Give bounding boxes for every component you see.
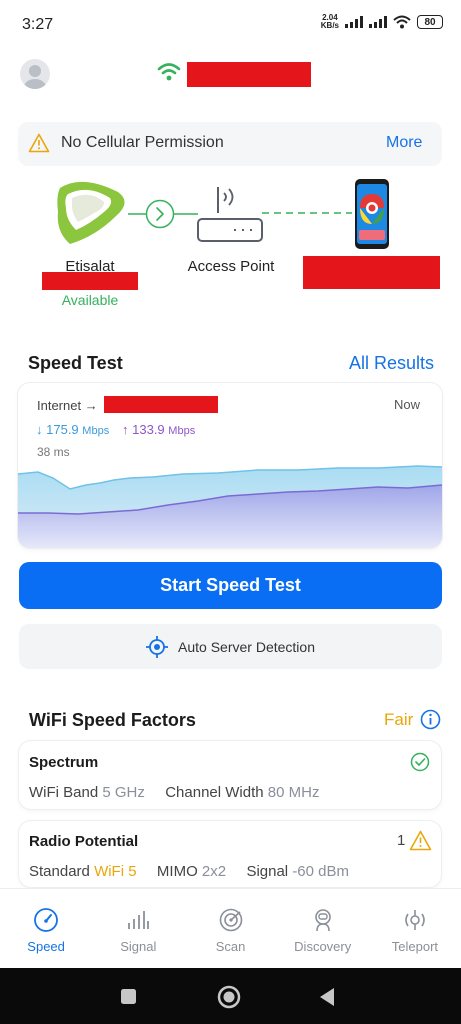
discovery-icon <box>314 909 331 932</box>
nav-item-teleport[interactable]: Teleport <box>369 889 461 968</box>
nav-label-speed: Speed <box>27 939 65 954</box>
wifi-status-icon <box>393 15 411 29</box>
factors-title: WiFi Speed Factors <box>29 710 196 730</box>
nav-item-scan[interactable]: Scan <box>184 889 276 968</box>
spectrum-card[interactable]: Spectrum WiFi Band 5 GHz Channel Width 8… <box>19 741 441 809</box>
auto-server-button[interactable]: Auto Server Detection <box>19 624 442 669</box>
speed-graph <box>18 465 442 548</box>
back-icon[interactable] <box>318 987 336 1007</box>
latency: 38 ms <box>37 445 70 459</box>
upload-value: 133.9 <box>132 422 165 437</box>
upload-unit: Mbps <box>168 425 196 437</box>
radar-icon <box>219 908 242 932</box>
net-speed-unit: KB/s <box>320 21 339 30</box>
standard-label: Standard <box>29 863 90 880</box>
channel-width-value: 80 MHz <box>267 784 320 801</box>
upload-speed: ↑ 133.9 Mbps <box>122 422 195 437</box>
permission-text: No Cellular Permission <box>61 134 224 151</box>
redacted-provider-detail <box>42 272 138 290</box>
warning-icon <box>409 830 432 851</box>
signal-label: Signal <box>246 863 289 880</box>
cell-signal-1-icon <box>345 16 363 28</box>
download-speed: ↓ 175.9 Mbps <box>36 422 109 437</box>
more-link[interactable]: More <box>386 134 422 152</box>
mimo-label: MIMO <box>156 863 198 880</box>
crosshair-icon <box>146 635 169 658</box>
result-time: Now <box>394 397 421 412</box>
download-arrow: ↓ <box>36 422 43 437</box>
mimo-value: 2x2 <box>201 863 227 880</box>
redacted-network-name <box>187 62 311 87</box>
access-point-label: Access Point <box>187 258 275 275</box>
signal-value: -60 dBm <box>292 863 350 880</box>
nav-label-discovery: Discovery <box>294 939 352 954</box>
teleport-icon <box>405 910 425 930</box>
status-time: 3:27 <box>22 16 54 33</box>
channel-width-label: Channel Width <box>165 784 264 801</box>
wifi-connected-icon <box>157 63 181 81</box>
start-speed-test-button[interactable]: Start Speed Test <box>19 562 442 609</box>
cell-signal-2-icon <box>369 16 387 28</box>
chevron-right-icon <box>145 199 175 229</box>
battery-icon: 80 <box>417 15 443 29</box>
nav-label-scan: Scan <box>215 939 246 954</box>
avatar[interactable] <box>20 59 50 89</box>
auto-server-label: Auto Server Detection <box>178 638 315 655</box>
speedometer-icon <box>34 908 58 932</box>
nav-item-speed[interactable]: Speed <box>0 889 92 968</box>
radio-details: Standard WiFi 5 MIMO 2x2 Signal -60 dBm <box>29 863 349 880</box>
system-nav-bar <box>0 968 461 1024</box>
speed-test-title: Speed Test <box>28 353 123 373</box>
all-results-link[interactable]: All Results <box>349 353 434 374</box>
provider-status: Available <box>61 292 119 308</box>
link-line-right <box>262 212 352 214</box>
warning-icon <box>28 133 50 153</box>
speed-result-card[interactable]: Internet → Now ↓ 175.9 Mbps ↑ 133.9 Mbps… <box>18 383 442 548</box>
band-label: WiFi Band <box>29 784 99 801</box>
route-label: Internet → <box>37 398 98 413</box>
band-value: 5 GHz <box>102 784 145 801</box>
upload-arrow: ↑ <box>122 422 129 437</box>
phone-icon <box>355 179 389 249</box>
net-speed: 2.04 KB/s <box>321 14 339 30</box>
warning-count: 1 <box>397 832 406 849</box>
home-icon[interactable] <box>217 985 241 1009</box>
download-unit: Mbps <box>82 425 110 437</box>
status-icons: 2.04 KB/s 80 <box>321 14 443 30</box>
bottom-nav: Speed Signal Scan Discovery Teleport <box>0 888 461 968</box>
recents-icon[interactable] <box>120 988 137 1005</box>
download-value: 175.9 <box>46 422 79 437</box>
standard-value: WiFi 5 <box>94 863 137 880</box>
user-icon <box>24 65 46 89</box>
spectrum-details: WiFi Band 5 GHz Channel Width 80 MHz <box>29 784 319 801</box>
check-circle-icon <box>410 752 430 772</box>
nav-item-discovery[interactable]: Discovery <box>277 889 369 968</box>
nav-label-teleport: Teleport <box>391 939 439 954</box>
factors-rating: Fair <box>384 710 414 729</box>
signal-bars-icon <box>128 911 150 929</box>
redacted-server-name <box>104 396 218 413</box>
radio-potential-card[interactable]: Radio Potential 1 Standard WiFi 5 MIMO 2… <box>19 821 441 887</box>
redacted-device-name <box>303 256 440 289</box>
nav-item-signal[interactable]: Signal <box>92 889 184 968</box>
nav-label-signal: Signal <box>120 939 157 954</box>
info-icon[interactable] <box>420 709 441 730</box>
router-icon <box>197 187 263 242</box>
spectrum-title: Spectrum <box>29 754 99 771</box>
provider-logo <box>57 181 125 244</box>
radio-title: Radio Potential <box>29 833 139 850</box>
